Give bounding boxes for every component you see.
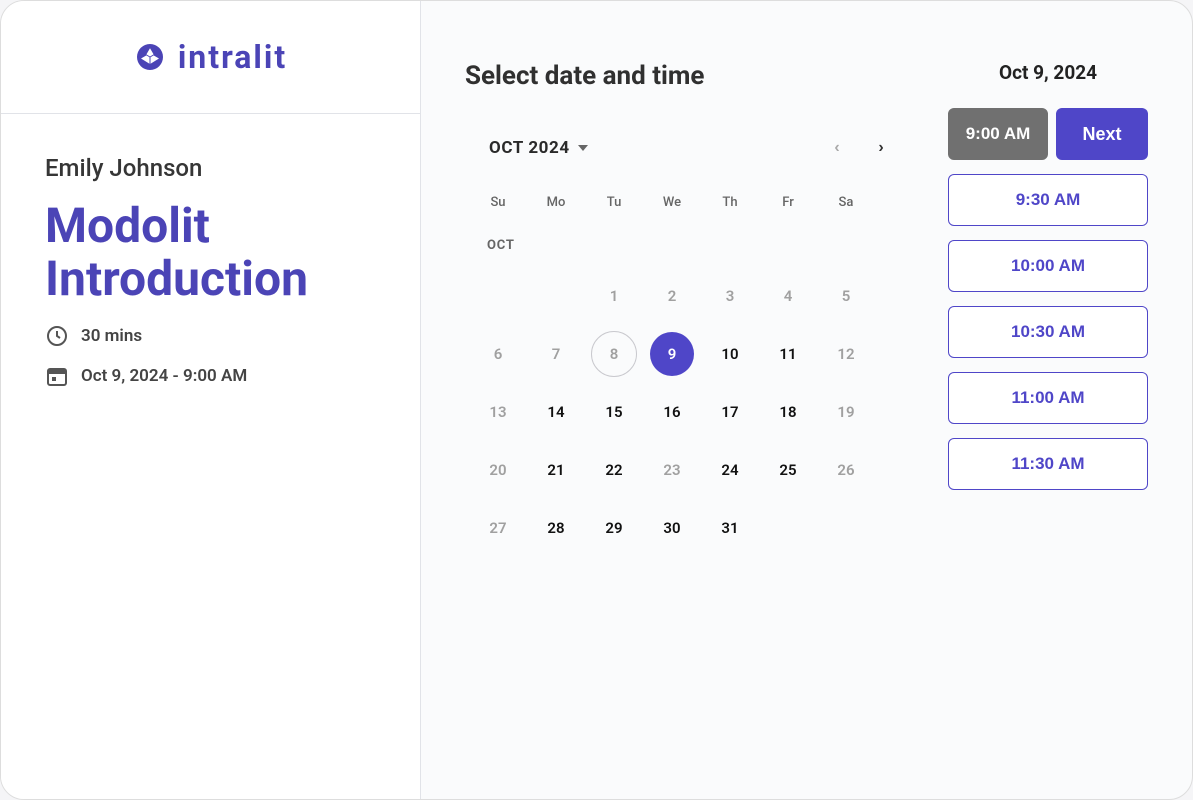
next-month-button[interactable]: › bbox=[864, 131, 898, 165]
timeslot-row: 10:00 AM bbox=[948, 240, 1148, 292]
calendar-day[interactable]: 15 bbox=[585, 383, 643, 441]
calendar-day: 13 bbox=[469, 383, 527, 441]
timeslot-list: 9:00 AMNext 9:30 AM 10:00 AM 10:30 AM 11:00 … bbox=[948, 108, 1148, 490]
timeslot-area: Oct 9, 2024 9:00 AMNext 9:30 AM 10:00 AM 10… bbox=[948, 61, 1148, 799]
timeslot-option[interactable]: 10:00 AM bbox=[948, 240, 1148, 292]
timeslot-row: 9:00 AMNext bbox=[948, 108, 1148, 160]
calendar-day: 1 bbox=[585, 267, 643, 325]
month-label: OCT 2024 bbox=[489, 138, 570, 158]
calendar-day[interactable]: 28 bbox=[527, 499, 585, 557]
calendar-day: 12 bbox=[817, 325, 875, 383]
timeslot-option[interactable]: 9:30 AM bbox=[948, 174, 1148, 226]
calendar-day[interactable]: 11 bbox=[759, 325, 817, 383]
chevron-down-icon bbox=[578, 145, 588, 151]
next-button[interactable]: Next bbox=[1056, 108, 1148, 160]
brand-logo-icon bbox=[134, 41, 166, 73]
calendar-area: Select date and time OCT 2024 ‹ › SuMoTu… bbox=[465, 61, 912, 799]
event-datetime: Oct 9, 2024 - 9:00 AM bbox=[81, 366, 247, 386]
calendar-day[interactable]: 9 bbox=[643, 325, 701, 383]
event-duration-row: 30 mins bbox=[45, 324, 376, 348]
calendar-day[interactable]: 24 bbox=[701, 441, 759, 499]
calendar-day[interactable]: 30 bbox=[643, 499, 701, 557]
calendar-nav: ‹ › bbox=[820, 131, 898, 165]
calendar-day[interactable]: 18 bbox=[759, 383, 817, 441]
host-name: Emily Johnson bbox=[45, 154, 376, 182]
calendar-day[interactable]: 25 bbox=[759, 441, 817, 499]
dow-header: Tu bbox=[585, 185, 643, 224]
timeslot-row: 10:30 AM bbox=[948, 306, 1148, 358]
calendar-day: 2 bbox=[643, 267, 701, 325]
calendar-day: 20 bbox=[469, 441, 527, 499]
prev-month-button[interactable]: ‹ bbox=[820, 131, 854, 165]
calendar-day: 27 bbox=[469, 499, 527, 557]
timeslot-option[interactable]: 11:00 AM bbox=[948, 372, 1148, 424]
event-sidebar: intralit Emily Johnson Modolit Introduct… bbox=[1, 1, 421, 799]
calendar-day: 23 bbox=[643, 441, 701, 499]
clock-icon bbox=[45, 324, 69, 348]
picker-heading: Select date and time bbox=[465, 61, 912, 91]
event-details: Emily Johnson Modolit Introduction 30 mi… bbox=[1, 114, 420, 444]
scheduler-app: intralit Emily Johnson Modolit Introduct… bbox=[0, 0, 1193, 800]
calendar-day: 7 bbox=[527, 325, 585, 383]
calendar-day[interactable]: 22 bbox=[585, 441, 643, 499]
calendar-day: 26 bbox=[817, 441, 875, 499]
brand-bar: intralit bbox=[1, 1, 420, 114]
brand-name: intralit bbox=[178, 38, 287, 76]
timeslot-option[interactable]: 11:30 AM bbox=[948, 438, 1148, 490]
dow-header: We bbox=[643, 185, 701, 224]
calendar-day: 5 bbox=[817, 267, 875, 325]
dow-header: Sa bbox=[817, 185, 875, 224]
calendar-day[interactable]: 10 bbox=[701, 325, 759, 383]
timeslot-option[interactable]: 10:30 AM bbox=[948, 306, 1148, 358]
selected-date: Oct 9, 2024 bbox=[948, 61, 1148, 84]
timeslot-row: 11:30 AM bbox=[948, 438, 1148, 490]
dow-header: Su bbox=[469, 185, 527, 224]
calendar-day[interactable]: 16 bbox=[643, 383, 701, 441]
month-tag: OCT bbox=[469, 224, 875, 267]
dow-header: Fr bbox=[759, 185, 817, 224]
event-duration: 30 mins bbox=[81, 326, 142, 346]
calendar-day: 4 bbox=[759, 267, 817, 325]
event-datetime-row: Oct 9, 2024 - 9:00 AM bbox=[45, 364, 376, 388]
timeslot-selected[interactable]: 9:00 AM bbox=[948, 108, 1048, 160]
event-title: Modolit Introduction bbox=[45, 200, 376, 306]
timeslot-row: 11:00 AM bbox=[948, 372, 1148, 424]
dow-header: Mo bbox=[527, 185, 585, 224]
calendar-day[interactable]: 29 bbox=[585, 499, 643, 557]
calendar-day: 8 bbox=[585, 325, 643, 383]
calendar-icon bbox=[45, 364, 69, 388]
calendar-day: 3 bbox=[701, 267, 759, 325]
calendar-grid: SuMoTuWeThFrSaOCT12345678910111213141516… bbox=[465, 185, 912, 557]
picker-panel: Select date and time OCT 2024 ‹ › SuMoTu… bbox=[421, 1, 1192, 799]
calendar-day[interactable]: 21 bbox=[527, 441, 585, 499]
calendar-day[interactable]: 14 bbox=[527, 383, 585, 441]
dow-header: Th bbox=[701, 185, 759, 224]
month-select[interactable]: OCT 2024 bbox=[489, 138, 588, 158]
calendar-day[interactable]: 31 bbox=[701, 499, 759, 557]
calendar-day: 19 bbox=[817, 383, 875, 441]
calendar-header: OCT 2024 ‹ › bbox=[465, 131, 912, 165]
calendar-day[interactable]: 17 bbox=[701, 383, 759, 441]
timeslot-row: 9:30 AM bbox=[948, 174, 1148, 226]
calendar-day: 6 bbox=[469, 325, 527, 383]
